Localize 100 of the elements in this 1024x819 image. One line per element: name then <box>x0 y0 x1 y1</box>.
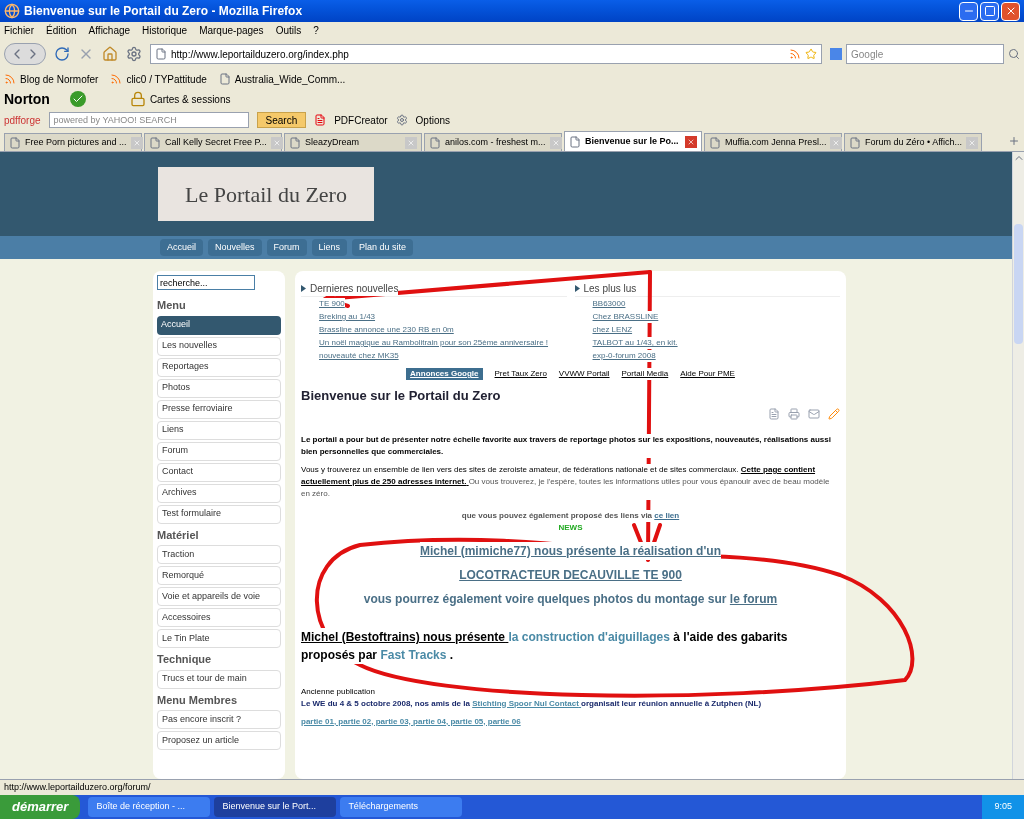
archive-link[interactable]: Stichting Spoor Nul Contact <box>472 698 582 708</box>
menu-item[interactable]: Affichage <box>88 22 131 38</box>
options-menu[interactable]: Options <box>415 112 451 128</box>
ad-link[interactable]: Pret Taux Zero <box>494 368 547 380</box>
edit-icon[interactable] <box>828 407 840 420</box>
news-link[interactable]: nouveauté chez MK35 <box>319 350 399 362</box>
search-field[interactable]: Google <box>846 44 1004 64</box>
address-field[interactable]: http://www.leportailduzero.org/index.php <box>150 44 822 64</box>
browser-tab[interactable]: Muffia.com Jenna Presl... <box>704 133 842 151</box>
taskbar-button[interactable]: Téléchargements <box>340 797 463 817</box>
mail-icon[interactable] <box>808 407 820 420</box>
print-icon[interactable] <box>788 407 800 420</box>
browser-tab[interactable]: Call Kelly Secret Free P... <box>144 133 282 151</box>
ad-link[interactable]: Portail Media <box>621 368 669 380</box>
start-button[interactable]: démarrer <box>0 795 81 819</box>
home-icon[interactable] <box>102 46 118 62</box>
taskbar-button[interactable]: Boîte de réception - ... <box>88 797 211 817</box>
sidebar-item[interactable]: Presse ferroviaire <box>157 399 281 419</box>
menu-item[interactable]: Marque-pages <box>199 22 264 38</box>
menu-item[interactable]: ? <box>313 22 319 38</box>
search-field[interactable]: recherche... <box>157 275 255 290</box>
sidebar-item[interactable]: Les nouvelles <box>157 336 281 356</box>
search-button[interactable]: Search <box>256 112 307 128</box>
featured-link[interactable]: Michel (mimiche77) nous présente la réalisation d'un <box>420 541 721 560</box>
pdf-icon[interactable] <box>768 407 780 420</box>
menu-item[interactable]: Outils <box>275 22 302 38</box>
ad-link[interactable]: VVWW Portail <box>558 368 610 380</box>
news-link[interactable]: Brassline annonce une 230 RB en 0m <box>319 324 454 336</box>
browser-tab[interactable]: anilos.com - freshest m... <box>424 133 562 151</box>
news-link[interactable]: Chez BRASSLINE <box>592 311 659 323</box>
news-link[interactable]: Breking au 1/43 <box>319 311 376 323</box>
maximize-button[interactable] <box>980 1 999 21</box>
news-link[interactable]: exp-0-forum 2008 <box>592 350 656 362</box>
sidebar-heading: Menu Membres <box>157 692 239 708</box>
browser-tab[interactable]: Forum du Zéro • Affich... <box>844 133 982 151</box>
news-link[interactable]: chez LENZ <box>592 324 633 336</box>
sidebar-item[interactable]: Remorqué <box>157 566 281 585</box>
news-link[interactable]: Un noël magique au Rambolitrain pour son 25ème anniversaire ! <box>319 337 549 349</box>
new-tab-icon[interactable] <box>1008 135 1020 147</box>
sidebar-item[interactable]: Accessoires <box>157 608 281 627</box>
sidebar-item[interactable]: Contact <box>157 462 281 482</box>
nav-link[interactable]: Plan du site <box>352 238 414 257</box>
nav-link[interactable]: Nouvelles <box>208 238 262 257</box>
bookmark-link[interactable]: Blog de Normofer <box>20 71 99 87</box>
nav-link[interactable]: Forum <box>266 238 307 257</box>
back-forward-buttons[interactable] <box>4 43 46 65</box>
scrollbar-thumb[interactable] <box>1014 224 1023 344</box>
browser-tab[interactable]: Free Porn pictures and ... <box>4 133 142 151</box>
pdf-icon <box>314 114 327 126</box>
sidebar-item[interactable]: Photos <box>157 378 281 398</box>
sidebar-item[interactable]: Traction <box>157 545 281 564</box>
nav-link[interactable]: Accueil <box>160 238 203 257</box>
page-icon <box>429 136 441 149</box>
sidebar-item[interactable]: Liens <box>157 420 281 440</box>
menu-item[interactable]: Historique <box>142 22 188 38</box>
search-icon[interactable] <box>1008 48 1020 60</box>
sidebar-item[interactable]: Forum <box>157 441 281 461</box>
status-text: http://www.leportailduzero.org/forum/ <box>4 780 151 794</box>
scrollbar[interactable] <box>1012 152 1024 779</box>
browser-tab[interactable]: SleazyDream <box>284 133 422 151</box>
news-link[interactable]: BB63000 <box>592 298 626 310</box>
yahoo-search-field[interactable]: powered by YAHOO! SEARCH <box>48 112 249 128</box>
suggest-link[interactable]: ce lien <box>654 510 680 520</box>
news-link[interactable]: TE 900 <box>319 298 345 310</box>
window-title: Bienvenue sur le Portail du Zero - Mozilla Firefox <box>24 3 303 20</box>
star-icon[interactable] <box>805 48 817 60</box>
browser-tab[interactable]: Bienvenue sur le Po... <box>564 131 702 151</box>
minimize-button[interactable] <box>959 1 978 21</box>
news-link[interactable]: TALBOT au 1/43, en kit. <box>592 337 678 349</box>
close-button[interactable] <box>1001 1 1020 21</box>
sidebar-item[interactable]: Pas encore inscrit ? <box>157 710 281 729</box>
check-icon[interactable] <box>69 91 86 107</box>
bookmark-link[interactable]: Australia_Wide_Comm... <box>234 71 346 87</box>
sidebar-item[interactable]: Trucs et tour de main <box>157 669 281 689</box>
sidebar-item[interactable]: Accueil <box>157 315 281 335</box>
menu-item[interactable]: Fichier <box>4 22 34 38</box>
tab-close-icon[interactable] <box>685 135 697 148</box>
feed-icon[interactable] <box>789 48 801 60</box>
page-icon <box>149 136 161 149</box>
forum-link[interactable]: le forum <box>729 591 778 606</box>
lock-icon <box>129 91 146 107</box>
menu-item[interactable]: Édition <box>46 22 77 38</box>
ad-link[interactable]: Aide Pour PME <box>680 368 735 380</box>
article-link[interactable]: la construction d'aiguillages <box>508 629 674 644</box>
reload-icon[interactable] <box>54 46 70 62</box>
nav-link[interactable]: Liens <box>311 238 348 257</box>
taskbar-button[interactable]: Bienvenue sur le Port... <box>214 797 337 817</box>
sidebar-item[interactable]: Test formulaire <box>157 504 281 524</box>
ad-link[interactable]: Annonces Google <box>406 368 483 380</box>
toolbar-menu[interactable]: Cartes & sessions <box>149 91 231 107</box>
sidebar-item[interactable]: Le Tin Plate <box>157 629 281 648</box>
article-link[interactable]: Fast Tracks <box>380 647 450 662</box>
sidebar-item[interactable]: Voie et appareils de voie <box>157 587 281 606</box>
bookmark-link[interactable]: clic0 / TYPattitude <box>126 71 207 87</box>
sidebar-item[interactable]: Reportages <box>157 357 281 377</box>
gear-icon[interactable] <box>126 46 142 62</box>
sidebar-item[interactable]: Proposez un article <box>157 731 281 750</box>
sidebar-item[interactable]: Archives <box>157 483 281 503</box>
norton-logo: Norton <box>4 89 50 109</box>
pdfcreator-link[interactable]: PDFCreator <box>334 112 388 128</box>
